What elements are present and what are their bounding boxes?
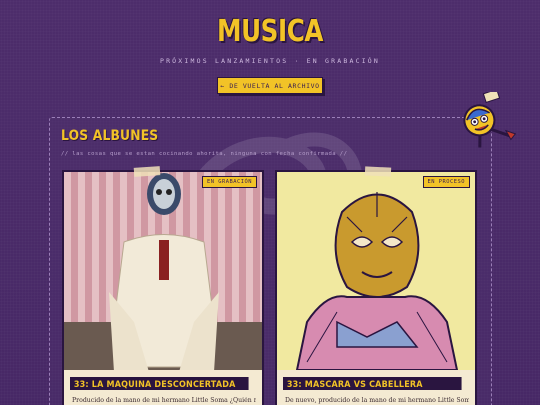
section-title: LOS ALBUNES xyxy=(61,128,159,144)
tape-decoration xyxy=(133,166,161,177)
album-description: De nuevo, producido de la mano de mi her… xyxy=(285,397,469,404)
album-description: Producido de la mano de mi hermano Littl… xyxy=(72,397,256,404)
album-photo-luchador xyxy=(64,172,262,370)
page-subtitle: PRÓXIMOS LANZAMIENTOS · EN GRABACIÓN xyxy=(159,57,381,65)
album-title: 33: MASCARA VS CABELLERA xyxy=(283,377,462,390)
album-title: 33: LA MAQUINA DESCONCERTADA xyxy=(70,377,249,390)
status-badge: EN GRABACIÓN xyxy=(202,176,257,188)
tape-decoration xyxy=(364,166,392,177)
section-note: // las cosas que se estan cocinando ahor… xyxy=(61,151,348,157)
album-card-maquina[interactable]: EN GRABACIÓN 33: LA MAQUINA DESCONCERTAD… xyxy=(62,166,264,405)
album-card-mascara[interactable]: EN PROCESO 33: MASCARA VS CABELLERA De n… xyxy=(275,166,477,405)
page-title: MUSICA xyxy=(217,14,323,49)
mascot-sticker-icon xyxy=(463,92,516,148)
back-to-archive-button[interactable]: ← DE VUELTA AL ARCHIVO xyxy=(217,77,323,94)
status-badge: EN PROCESO xyxy=(422,176,470,188)
album-illustration-luchador xyxy=(277,172,475,370)
